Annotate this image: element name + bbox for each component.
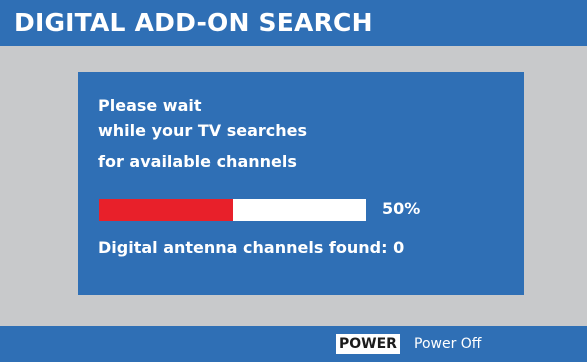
wait-message-line-2: while your TV searches [98,121,308,140]
progress-percent: 50% [382,199,421,218]
search-progress-dialog: Please wait while your TV searches for a… [78,72,524,295]
progress-bar-fill [99,199,233,221]
wait-message-line-3: for available channels [98,152,297,171]
power-off-label: Power Off [414,336,482,352]
wait-message-line-1: Please wait [98,96,202,115]
power-key-badge[interactable]: POWER [336,334,400,354]
channels-found-count: Digital antenna channels found: 0 [98,238,405,257]
progress-bar [99,199,366,221]
header-bar: DIGITAL ADD-ON SEARCH [0,0,587,46]
page-title: DIGITAL ADD-ON SEARCH [14,8,373,37]
footer-bar: POWER Power Off [0,326,587,362]
